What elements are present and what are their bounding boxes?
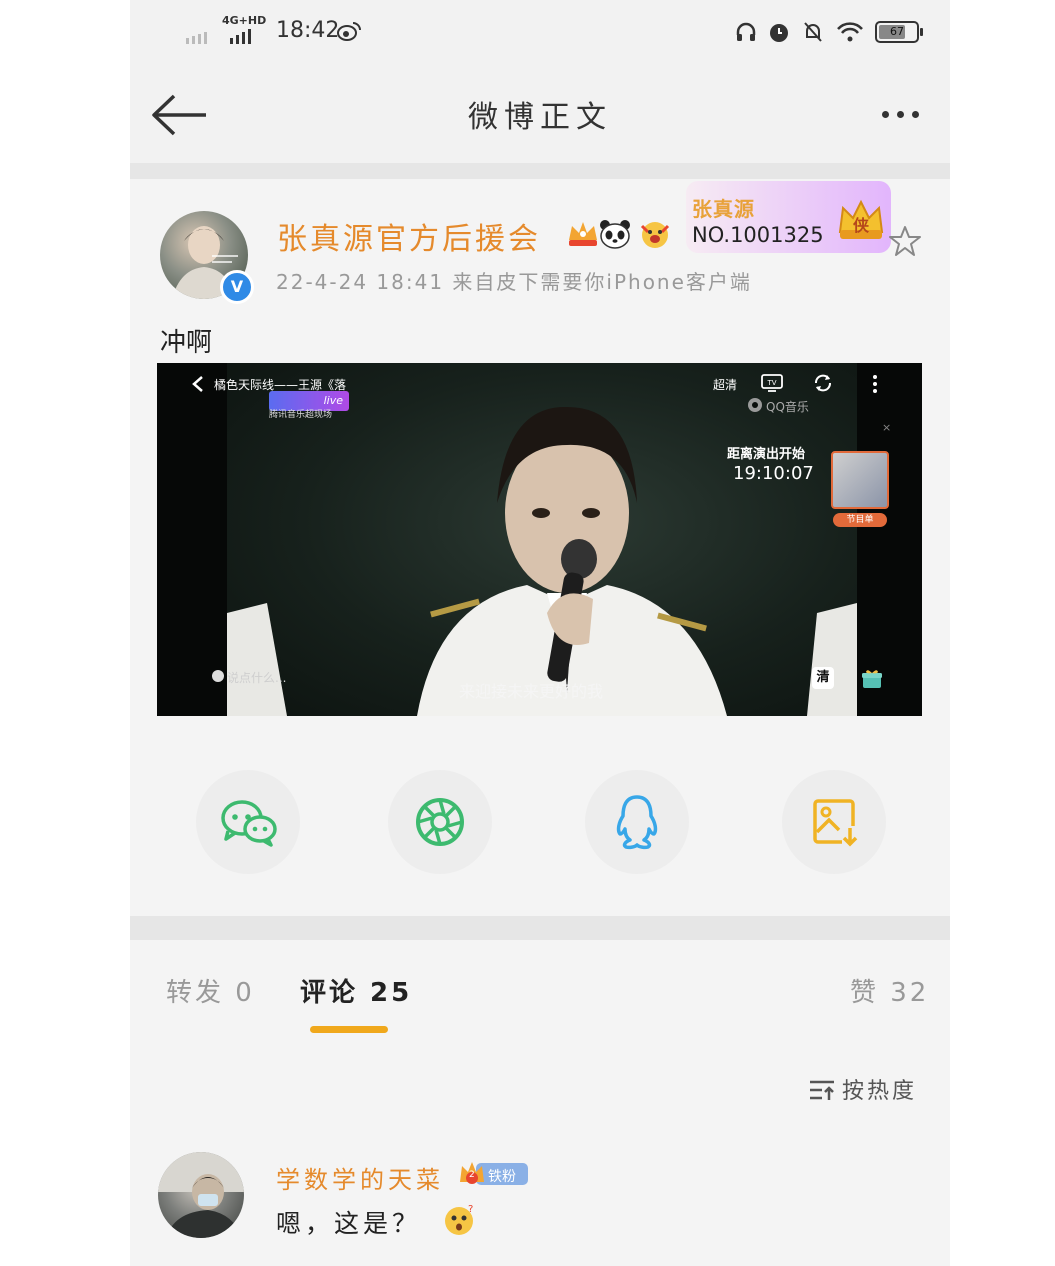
- qq-music-label: QQ音乐: [766, 400, 809, 414]
- rotate-icon[interactable]: [813, 373, 833, 393]
- wifi-icon: [837, 22, 863, 42]
- back-arrow-icon[interactable]: [150, 90, 210, 140]
- video-subtitle: 来迎接未来更好的我: [459, 682, 604, 701]
- active-tab-indicator: [310, 1026, 388, 1033]
- save-image-icon: [813, 799, 858, 847]
- live-sub-logo: 腾讯音乐超现场: [269, 410, 333, 420]
- fan-card-name: 张真源: [692, 197, 755, 221]
- fan-badge: 2 铁粉: [458, 1158, 530, 1188]
- mute-bell-icon: [804, 22, 822, 42]
- panda-icon: [598, 218, 632, 250]
- close-overlay-icon[interactable]: ×: [882, 421, 891, 434]
- confused-emoji-icon: ?: [442, 1204, 476, 1236]
- post-text: 冲啊: [160, 328, 213, 358]
- danmaku-icon: [212, 670, 224, 682]
- battery-icon: 67: [875, 21, 923, 43]
- network-label: 4G+HD: [222, 14, 267, 27]
- hd-button[interactable]: 清: [812, 667, 834, 689]
- status-icons: 67: [735, 20, 923, 44]
- program-thumbnail[interactable]: [831, 451, 889, 509]
- more-options-icon[interactable]: [870, 96, 930, 132]
- video-player[interactable]: 橘色天际线——王源《落 live 腾讯音乐超现场 超清 TV QQ音乐 × 距离…: [157, 363, 922, 716]
- battery-level: 67: [890, 25, 904, 38]
- verified-badge-icon: V: [220, 270, 254, 304]
- share-qq-button[interactable]: [585, 770, 689, 874]
- fan-crown-char: 侠: [852, 216, 869, 235]
- sort-label: 按热度: [842, 1079, 918, 1104]
- tab-repost[interactable]: 转发 0: [166, 972, 255, 1009]
- fan-crown-icon: 侠: [836, 196, 886, 242]
- countdown-time: 19:10:07: [733, 463, 814, 484]
- cheer-emoji-icon: [638, 218, 672, 250]
- post-meta: 22-4-24 18:41 来自皮下需要你iPhone客户端: [276, 270, 752, 294]
- tab-likes[interactable]: 赞 32: [850, 972, 929, 1009]
- author-name[interactable]: 张真源官方后援会: [277, 214, 541, 258]
- gift-icon[interactable]: [861, 668, 883, 690]
- alarm-icon: [770, 24, 788, 42]
- share-wechat-button[interactable]: [196, 770, 300, 874]
- qq-icon: [616, 795, 658, 850]
- star-icon[interactable]: [888, 224, 922, 258]
- weibo-icon: [336, 20, 362, 46]
- commenter-avatar[interactable]: [158, 1152, 244, 1238]
- qq-music-icon: [748, 398, 762, 412]
- sort-icon: [810, 1080, 834, 1100]
- countdown-label: 距离演出开始: [727, 447, 806, 462]
- moments-icon: [416, 798, 464, 846]
- page-title: 微博正文: [468, 100, 612, 135]
- save-image-button[interactable]: [782, 770, 886, 874]
- fan-card-number: NO.1001325: [692, 223, 824, 247]
- video-letterbox-left: [157, 363, 227, 716]
- quality-button[interactable]: 超清: [713, 376, 737, 393]
- share-moments-button[interactable]: [388, 770, 492, 874]
- headphones-icon: [736, 22, 756, 41]
- crown-member-icon: [566, 216, 600, 250]
- divider: [130, 916, 950, 940]
- video-more-icon[interactable]: [873, 375, 877, 393]
- phone-screen: 4G+HD 18:42 67 微博正文 V 张真源官方后援会 张真源 NO.10…: [130, 0, 950, 1266]
- share-row: [130, 770, 950, 880]
- fan-badge-level: 2: [469, 1170, 475, 1180]
- danmaku-input[interactable]: 说点什么...: [227, 669, 286, 686]
- video-letterbox-right: [857, 363, 922, 716]
- comment-text: 嗯，这是？: [276, 1209, 422, 1238]
- wechat-icon: [221, 800, 277, 847]
- program-tag[interactable]: 节目单: [833, 513, 887, 527]
- tab-comments[interactable]: 评论 25: [300, 972, 412, 1009]
- svg-text:?: ?: [468, 1204, 473, 1215]
- cast-tv-icon[interactable]: TV: [761, 374, 783, 392]
- svg-text:TV: TV: [766, 379, 776, 387]
- sort-button[interactable]: 按热度: [808, 1073, 917, 1105]
- commenter-name[interactable]: 学数学的天菜: [276, 1160, 444, 1195]
- fan-badge-label: 铁粉: [488, 1169, 516, 1185]
- signal-icon: [186, 24, 266, 50]
- divider: [130, 163, 950, 179]
- status-time: 18:42: [276, 18, 340, 43]
- video-back-icon[interactable]: [191, 375, 205, 393]
